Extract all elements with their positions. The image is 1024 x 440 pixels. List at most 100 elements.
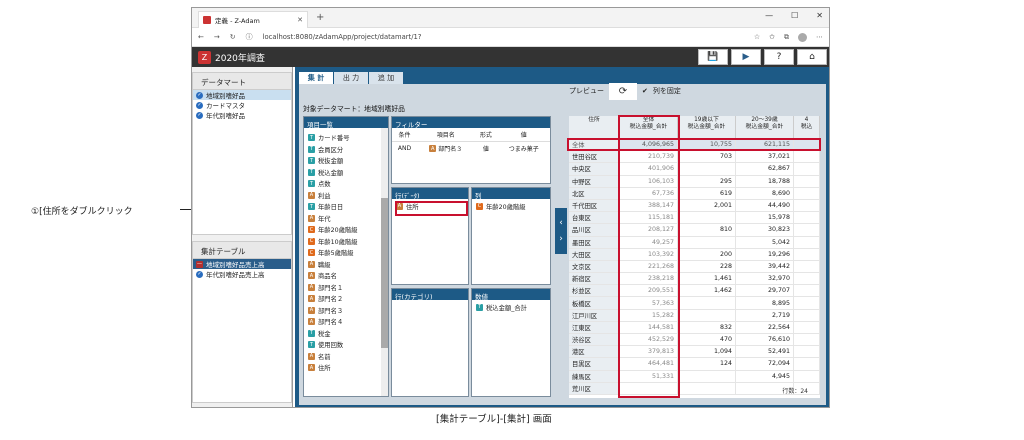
table-row[interactable]: 墨田区 49,257 5,042 xyxy=(569,236,820,249)
table-row[interactable]: 中野区 106,103 295 18,788 xyxy=(569,175,820,188)
check-icon: ✓ xyxy=(196,91,203,99)
profile-avatar[interactable] xyxy=(798,32,807,42)
table-row[interactable]: 板橋区 57,363 8,895 xyxy=(569,297,820,310)
row-category-drop-box[interactable]: 行(カテゴリ) xyxy=(391,288,469,397)
star-icon[interactable]: ☆ xyxy=(754,33,760,41)
refresh-button[interactable]: ⟳ xyxy=(609,82,637,100)
category-icon: C xyxy=(308,237,315,245)
grid-column-header[interactable]: 4 税込 xyxy=(794,116,820,138)
field-item[interactable]: C 年齢10歳階級 xyxy=(304,236,388,248)
datamart-item[interactable]: ✓ 地域別嗜好品 xyxy=(193,90,291,100)
datamart-item[interactable]: ✓ カードマスタ xyxy=(193,100,291,110)
close-window-button[interactable]: ✕ xyxy=(816,11,823,20)
title-bar: 定義 - Z-Adam ✕ + — ☐ ✕ xyxy=(192,8,829,28)
values-drop-box[interactable]: 数値 T 税込金額_合計 xyxy=(471,288,551,397)
column-field-chip[interactable]: C 年齢20歳階級 xyxy=(475,201,547,211)
field-item[interactable]: C 年齢5歳階級 xyxy=(304,247,388,259)
field-item[interactable]: T 税込金額 xyxy=(304,167,388,179)
field-item[interactable]: T 点数 xyxy=(304,178,388,190)
table-row[interactable]: 港区 379,813 1,094 52,491 xyxy=(569,346,820,359)
collections-icon[interactable]: ⧉ xyxy=(784,33,789,42)
table-row[interactable]: 中央区 401,906 62,867 xyxy=(569,163,820,176)
numeric-icon: T xyxy=(308,157,315,165)
table-cell: 619 xyxy=(678,187,736,199)
info-icon[interactable]: ⓘ xyxy=(246,32,253,42)
field-item[interactable]: A 住所 xyxy=(304,362,388,374)
back-arrow-icon[interactable]: ← xyxy=(198,33,204,41)
grid-column-header[interactable]: 20～39歳 税込金額_合計 xyxy=(736,116,794,138)
table-cell: 30,823 xyxy=(736,224,794,236)
field-item[interactable]: A 名前 xyxy=(304,351,388,363)
columns-drop-box[interactable]: 列 C 年齢20歳階級 xyxy=(471,187,551,285)
table-row[interactable]: 台東区 115,181 15,978 xyxy=(569,212,820,225)
table-row[interactable]: 文京区 221,268 228 39,442 xyxy=(569,260,820,274)
home-button[interactable]: ⌂ xyxy=(797,49,827,65)
field-item[interactable]: T 年齢日日 xyxy=(304,201,388,213)
table-row[interactable]: 世田谷区 210,739 703 37,021 xyxy=(569,151,820,164)
field-item[interactable]: C 年齢20歳階級 xyxy=(304,224,388,236)
tab-output[interactable]: 出 力 xyxy=(334,72,368,84)
grid-column-header[interactable]: 19歳以下 税込金額_合計 xyxy=(678,116,736,138)
datamart-item[interactable]: ✓ 年代別嗜好品 xyxy=(193,110,291,120)
run-button[interactable]: ▶ xyxy=(731,49,761,65)
table-row[interactable]: 北区 67,736 619 8,690 xyxy=(569,187,820,200)
field-item[interactable]: A 部門名４ xyxy=(304,316,388,328)
table-cell: 200 xyxy=(678,248,736,260)
aggregate-table-item[interactable]: — 地域別嗜好品売上高 xyxy=(193,259,291,269)
field-item[interactable]: T 税金 xyxy=(304,328,388,340)
minimize-button[interactable]: — xyxy=(765,11,773,20)
aggregate-table-item[interactable]: ✓ 年代別嗜好品売上高 xyxy=(193,269,291,279)
table-cell: 中央区 xyxy=(569,163,620,175)
field-item[interactable]: T 会員区分 xyxy=(304,144,388,156)
table-row[interactable]: 新宿区 238,218 1,461 32,970 xyxy=(569,273,820,286)
reload-icon[interactable]: ↻ xyxy=(230,33,236,41)
grid-column-header[interactable]: 住所 xyxy=(569,116,620,138)
field-item[interactable]: A 年代 xyxy=(304,213,388,225)
table-row[interactable]: 目黒区 464,481 124 72,094 xyxy=(569,358,820,371)
table-row[interactable]: 江東区 144,581 832 22,564 xyxy=(569,321,820,334)
table-row[interactable]: 千代田区 388,147 2,001 44,490 xyxy=(569,199,820,213)
field-item[interactable]: A 利益 xyxy=(304,190,388,202)
forward-arrow-icon[interactable]: → xyxy=(214,33,220,41)
table-row[interactable]: 杉並区 209,551 1,462 29,707 xyxy=(569,285,820,298)
save-button[interactable]: 💾 xyxy=(698,49,728,65)
table-cell: 4,945 xyxy=(736,370,794,382)
tab-close-icon[interactable]: ✕ xyxy=(297,16,303,24)
field-item[interactable]: T 税抜金額 xyxy=(304,155,388,167)
url-field[interactable]: localhost:8080/zAdamApp/project/datamart… xyxy=(263,33,422,41)
browser-window: 定義 - Z-Adam ✕ + — ☐ ✕ ← → ↻ ⓘ localhost:… xyxy=(191,7,830,408)
field-item[interactable]: T カード番号 xyxy=(304,132,388,144)
table-cell: 板橋区 xyxy=(569,297,620,309)
field-item[interactable]: A 商品名 xyxy=(304,270,388,282)
field-item[interactable]: A 部門名１ xyxy=(304,282,388,294)
field-item[interactable]: A 部門名３ xyxy=(304,305,388,317)
table-row[interactable]: 大田区 103,392 200 19,296 xyxy=(569,248,820,261)
collapse-toggle[interactable]: ‹ › xyxy=(555,208,567,254)
table-row[interactable]: 江戸川区 15,282 2,719 xyxy=(569,309,820,322)
table-cell: 72,094 xyxy=(736,358,794,370)
value-field-chip[interactable]: T 税込金額_合計 xyxy=(475,302,547,312)
filter-table: 条件 項目名 形式値 AND A 部門名３ 値 つまみ菓子 xyxy=(392,128,550,155)
check-icon: ✓ xyxy=(196,101,203,109)
fix-column-checkbox[interactable]: ✔ xyxy=(642,87,648,95)
help-button[interactable]: ? xyxy=(764,49,794,65)
tab-add[interactable]: 追 加 xyxy=(369,72,403,84)
new-tab-button[interactable]: + xyxy=(316,12,324,23)
table-row[interactable]: 品川区 208,127 810 30,823 xyxy=(569,224,820,237)
tab-aggregate[interactable]: 集 計 xyxy=(299,72,333,84)
field-item[interactable]: A 職級 xyxy=(304,259,388,271)
field-item[interactable]: A 部門名２ xyxy=(304,293,388,305)
table-cell: 1,461 xyxy=(678,273,736,285)
table-cell xyxy=(794,175,820,187)
favorites-icon[interactable]: ✩ xyxy=(769,33,775,41)
field-item[interactable]: T 使用回数 xyxy=(304,339,388,351)
browser-tab[interactable]: 定義 - Z-Adam ✕ xyxy=(198,11,308,28)
maximize-button[interactable]: ☐ xyxy=(791,11,798,20)
filter-row[interactable]: AND A 部門名３ 値 つまみ菓子 xyxy=(392,142,550,156)
field-list-scrollbar[interactable] xyxy=(381,128,388,396)
table-cell: 295 xyxy=(678,175,736,187)
table-cell: 江戸川区 xyxy=(569,309,620,321)
table-row[interactable]: 練馬区 51,331 4,945 xyxy=(569,370,820,383)
table-row[interactable]: 渋谷区 452,529 470 76,610 xyxy=(569,334,820,347)
more-icon[interactable]: ⋯ xyxy=(816,33,823,41)
